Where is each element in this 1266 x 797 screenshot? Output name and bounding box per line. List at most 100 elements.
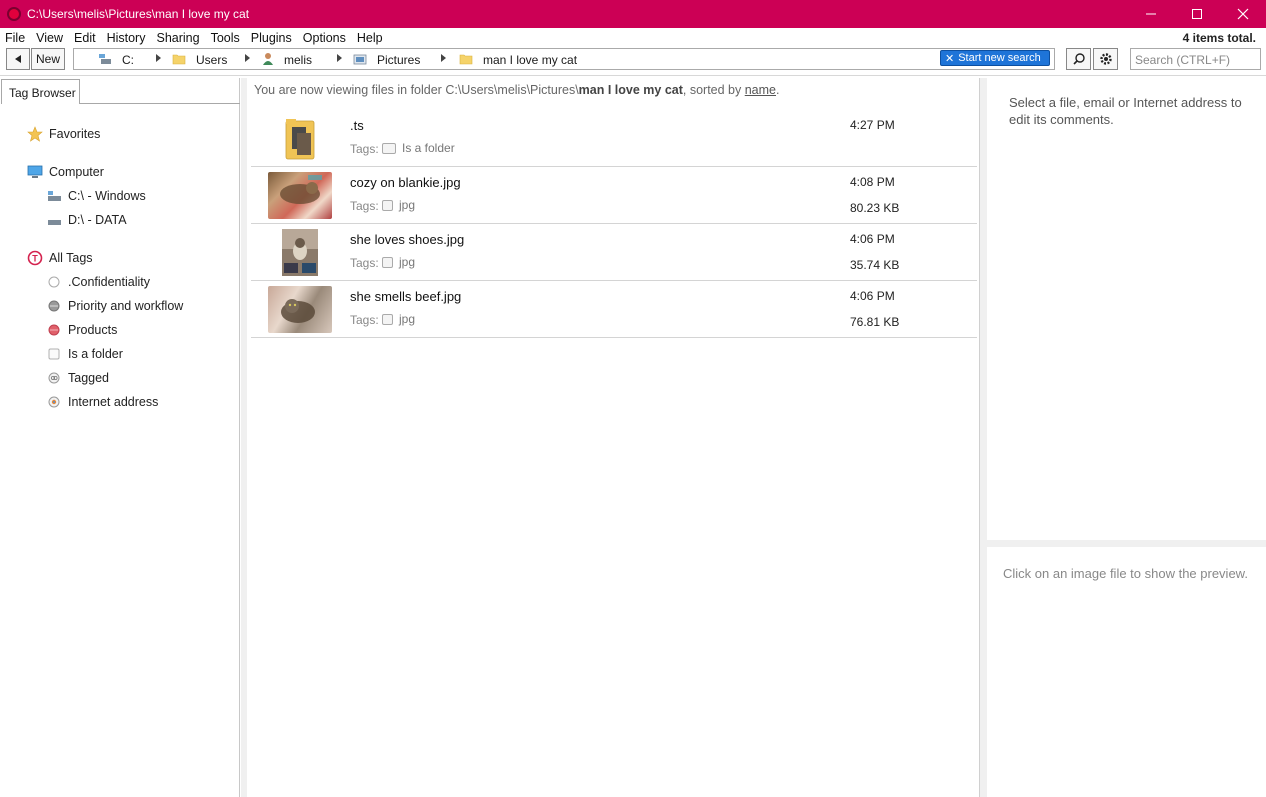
breadcrumb-label: Users	[196, 53, 228, 67]
tree-item-tagged[interactable]: Tagged	[46, 370, 109, 386]
tree-item-priority[interactable]: Priority and workflow	[46, 298, 183, 314]
file-row-cozy[interactable]: cozy on blankie.jpg Tags: jpg 4:08 PM 80…	[251, 167, 977, 224]
preview-panel: Click on an image file to show the previ…	[987, 547, 1266, 797]
back-button[interactable]	[6, 48, 30, 70]
file-time: 4:06 PM	[850, 232, 895, 246]
menu-tools[interactable]: Tools	[206, 31, 244, 45]
tag-chip[interactable]: Is a folder	[382, 141, 455, 155]
tags-label: Tags:	[350, 199, 379, 213]
tree-label: .Confidentiality	[68, 275, 150, 289]
menu-options[interactable]: Options	[298, 31, 350, 45]
tree-label: All Tags	[49, 251, 93, 265]
folder-tag-icon	[382, 142, 396, 154]
breadcrumb-melis[interactable]: melis	[262, 51, 312, 69]
minimize-icon	[1146, 13, 1156, 15]
tag-chip[interactable]: jpg	[382, 312, 415, 326]
tag-square-icon	[46, 346, 62, 362]
folder-info-name: man I love my cat	[578, 83, 683, 97]
tree-item-is-a-folder[interactable]: Is a folder	[46, 346, 123, 362]
file-row-beef[interactable]: she smells beef.jpg Tags: jpg 4:06 PM 76…	[251, 281, 977, 338]
file-row-ts[interactable]: .ts Tags: Is a folder 4:27 PM	[251, 110, 977, 167]
breadcrumb-separator-icon[interactable]	[245, 54, 250, 62]
menu-edit[interactable]: Edit	[69, 31, 100, 45]
start-new-search-button[interactable]: ✕ Start new search	[940, 50, 1050, 66]
items-total-count: 4 items total.	[1182, 31, 1256, 45]
menu-plugins[interactable]: Plugins	[246, 31, 296, 45]
tree-item-computer[interactable]: Computer	[27, 164, 104, 180]
computer-icon	[27, 164, 43, 180]
tag-square-icon	[382, 313, 393, 325]
tree-item-drive-c[interactable]: C:\ - Windows	[46, 188, 146, 204]
search-input[interactable]: Search (CTRL+F)	[1130, 48, 1261, 70]
menu-help[interactable]: Help	[352, 31, 387, 45]
image-thumbnail	[268, 286, 332, 333]
title-bar: C:\Users\melis\Pictures\man I love my ca…	[0, 0, 1266, 28]
breadcrumb-users[interactable]: Users	[172, 51, 227, 69]
tree-item-products[interactable]: Products	[46, 322, 117, 338]
close-button[interactable]	[1220, 0, 1266, 28]
preview-splitter[interactable]	[987, 540, 1266, 547]
file-size: 76.81 KB	[850, 315, 900, 329]
file-name: .ts	[350, 118, 364, 133]
maximize-button[interactable]	[1174, 0, 1220, 28]
breadcrumb-separator-icon[interactable]	[337, 54, 342, 62]
preview-hint: Click on an image file to show the previ…	[1003, 566, 1248, 581]
toolbar: New C: Users melis Pictures man I love m…	[0, 48, 1266, 72]
tab-tag-browser[interactable]: Tag Browser	[1, 79, 80, 104]
tag-chip-label: jpg	[399, 255, 416, 269]
folder-icon	[459, 53, 473, 68]
tag-circle-icon	[46, 370, 62, 386]
menu-view[interactable]: View	[31, 31, 67, 45]
breadcrumb-pictures[interactable]: Pictures	[353, 51, 420, 69]
star-icon	[27, 126, 43, 142]
tree-item-confidentiality[interactable]: .Confidentiality	[46, 274, 150, 290]
file-time: 4:27 PM	[850, 118, 895, 132]
comments-panel[interactable]: Select a file, email or Internet address…	[987, 78, 1266, 540]
svg-text:T: T	[32, 254, 38, 264]
folder-info-prefix: You are now viewing files in folder C:\U…	[254, 83, 579, 97]
address-bar[interactable]: C: Users melis Pictures man I love my ca…	[73, 48, 1055, 70]
tree-item-all-tags[interactable]: T All Tags	[27, 250, 93, 266]
image-thumbnail	[282, 229, 318, 276]
new-button[interactable]: New	[31, 48, 65, 70]
tree-label: C:\ - Windows	[68, 189, 146, 203]
tag-app-icon: T	[27, 250, 43, 266]
menu-history[interactable]: History	[102, 31, 150, 45]
breadcrumb-separator-icon[interactable]	[156, 54, 161, 62]
breadcrumb-label: Pictures	[377, 53, 421, 67]
file-list-panel: You are now viewing files in folder C:\U…	[247, 78, 980, 797]
minimize-button[interactable]	[1128, 0, 1174, 28]
start-search-label: Start new search	[958, 52, 1041, 64]
right-splitter[interactable]	[980, 78, 987, 797]
breadcrumb-label: man I love my cat	[483, 53, 578, 67]
breadcrumb-drive-c[interactable]: C:	[98, 51, 134, 69]
tree-item-drive-d[interactable]: D:\ - DATA	[46, 212, 127, 228]
close-small-icon: ✕	[945, 52, 955, 65]
tags-label: Tags:	[350, 256, 379, 270]
tag-chip[interactable]: jpg	[382, 198, 415, 212]
window-title: C:\Users\melis\Pictures\man I love my ca…	[27, 7, 250, 21]
file-name: cozy on blankie.jpg	[350, 175, 461, 190]
globe-icon	[46, 394, 62, 410]
breadcrumb-separator-icon[interactable]	[441, 54, 446, 62]
file-row-shoes[interactable]: she loves shoes.jpg Tags: jpg 4:06 PM 35…	[251, 224, 977, 281]
file-size: 35.74 KB	[850, 258, 900, 272]
tab-underline	[80, 103, 240, 104]
settings-button[interactable]	[1093, 48, 1118, 70]
menu-sharing[interactable]: Sharing	[151, 31, 203, 45]
tree-item-internet-address[interactable]: Internet address	[46, 394, 158, 410]
search-options-button[interactable]	[1066, 48, 1091, 70]
user-icon	[262, 52, 274, 69]
menu-file[interactable]: File	[0, 31, 29, 45]
tree-label: Products	[68, 323, 118, 337]
breadcrumb-label: melis	[284, 53, 313, 67]
drive-icon	[46, 212, 62, 228]
breadcrumb-current-folder[interactable]: man I love my cat	[459, 51, 577, 69]
gear-icon	[1099, 53, 1112, 65]
tree-item-favorites[interactable]: Favorites	[27, 126, 100, 142]
tag-chip[interactable]: jpg	[382, 255, 415, 269]
drive-icon	[46, 188, 62, 204]
comments-hint: Select a file, email or Internet address…	[1009, 95, 1242, 127]
sort-key-link[interactable]: name	[745, 83, 776, 97]
maximize-icon	[1192, 9, 1202, 19]
